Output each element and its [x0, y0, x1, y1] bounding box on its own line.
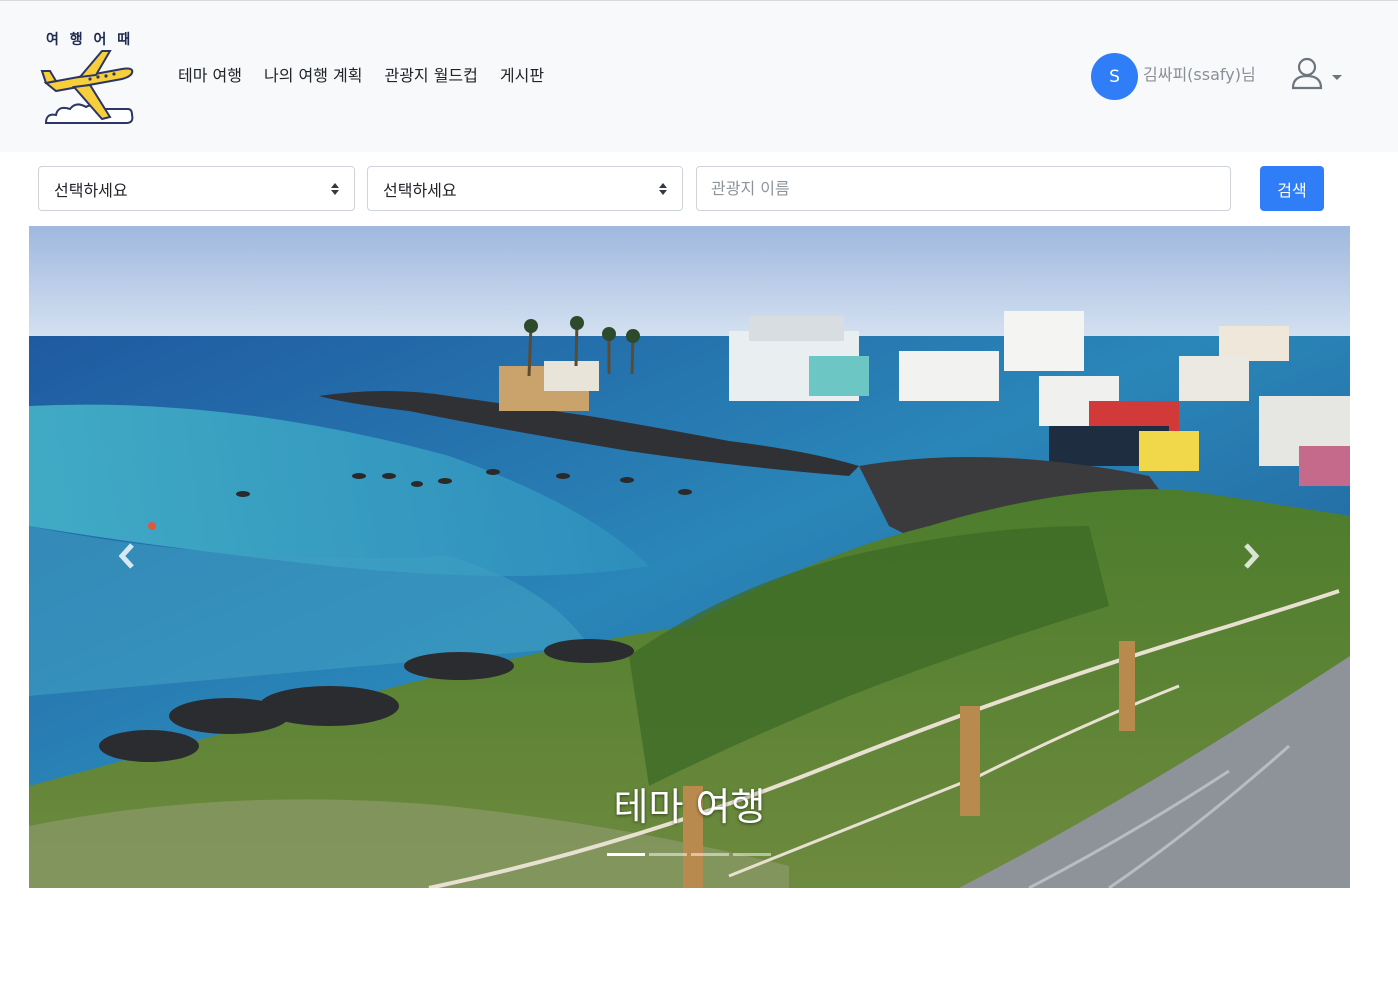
carousel-indicator-4[interactable] [733, 853, 771, 856]
sido-select[interactable]: 선택하세요 [38, 166, 355, 211]
user-menu-dropdown[interactable] [1290, 57, 1344, 93]
nav-link-theme-travel[interactable]: 테마 여행 [178, 65, 242, 87]
nav-link-board[interactable]: 게시판 [500, 65, 544, 87]
brand-logo[interactable]: 여 행 어 때 [40, 27, 136, 127]
chevron-left-icon [118, 543, 134, 569]
chevron-right-icon [1244, 543, 1260, 569]
nav-link-attraction-worldcup[interactable]: 관광지 월드컵 [384, 65, 477, 87]
select-arrows-icon [659, 182, 667, 195]
navbar: 여 행 어 때 테마 여행 나의 여행 계획 관광지 월드컵 게시판 S 김싸피… [0, 0, 1398, 152]
logo-text: 여 행 어 때 [46, 32, 134, 48]
chevron-down-icon [1332, 75, 1342, 80]
content-type-select-value: 선택하세요 [383, 180, 457, 200]
airplane-logo-icon [40, 50, 134, 124]
content-type-select[interactable]: 선택하세요 [367, 166, 683, 211]
select-arrows-icon [331, 182, 339, 195]
main-nav: 테마 여행 나의 여행 계획 관광지 월드컵 게시판 [178, 65, 566, 87]
search-button[interactable]: 검색 [1260, 166, 1324, 211]
carousel-indicator-2[interactable] [649, 853, 687, 856]
sido-select-value: 선택하세요 [54, 180, 128, 200]
user-display-name: 김싸피(ssafy)님 [1143, 65, 1256, 84]
attraction-name-input[interactable] [696, 166, 1231, 211]
carousel-caption: 테마 여행 [613, 785, 766, 829]
carousel-next-button[interactable] [1231, 526, 1271, 586]
user-icon [1291, 57, 1323, 90]
carousel-indicators [607, 853, 771, 856]
hero-carousel: 테마 여행 [29, 226, 1350, 888]
avatar[interactable]: S [1091, 53, 1138, 100]
nav-link-my-travel-plan[interactable]: 나의 여행 계획 [264, 65, 363, 87]
carousel-indicator-1[interactable] [607, 853, 645, 856]
carousel-indicator-3[interactable] [691, 853, 729, 856]
carousel-prev-button[interactable] [107, 526, 147, 586]
